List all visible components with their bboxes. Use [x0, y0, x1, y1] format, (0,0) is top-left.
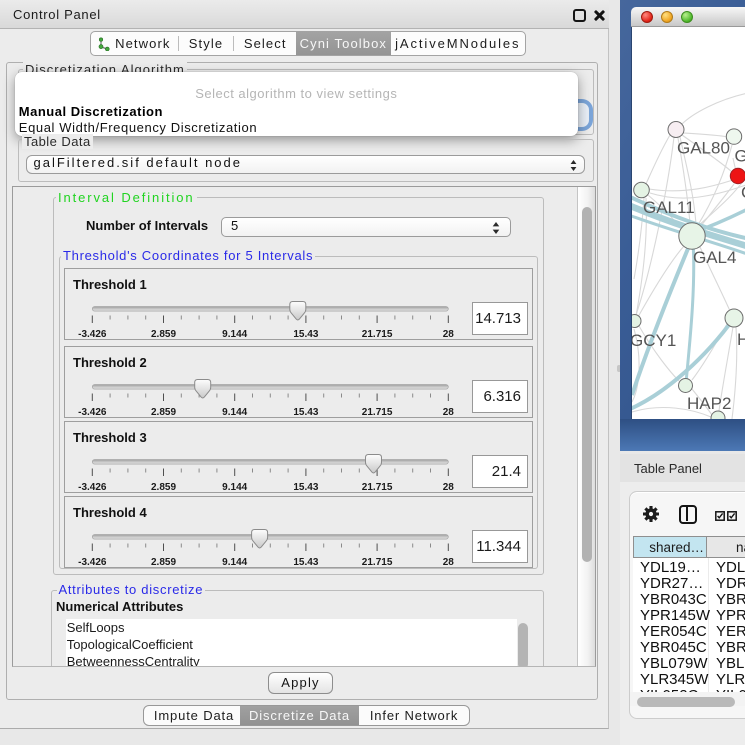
svg-text:21.715: 21.715: [362, 329, 393, 340]
svg-text:2.859: 2.859: [151, 482, 176, 493]
svg-text:28: 28: [443, 329, 455, 340]
svg-text:15.43: 15.43: [293, 482, 318, 493]
svg-text:28: 28: [443, 557, 455, 568]
svg-text:9.144: 9.144: [222, 482, 247, 493]
svg-text:2.859: 2.859: [151, 407, 176, 418]
svg-text:G.: G.: [735, 147, 745, 166]
svg-text:9.144: 9.144: [222, 557, 247, 568]
svg-text:-3.426: -3.426: [78, 482, 107, 493]
svg-text:-3.426: -3.426: [78, 557, 107, 568]
svg-text:9.144: 9.144: [222, 329, 247, 340]
svg-text:21.715: 21.715: [362, 407, 393, 418]
svg-text:15.43: 15.43: [293, 407, 318, 418]
svg-text:15.43: 15.43: [293, 557, 318, 568]
svg-text:H: H: [737, 330, 745, 349]
svg-text:21.715: 21.715: [362, 557, 393, 568]
svg-text:2.859: 2.859: [151, 557, 176, 568]
svg-text:HAP2: HAP2: [687, 394, 731, 413]
svg-text:GAL80: GAL80: [677, 139, 730, 158]
svg-text:C: C: [741, 183, 745, 202]
svg-text:GCY1: GCY1: [632, 331, 676, 350]
svg-text:-3.426: -3.426: [78, 329, 107, 340]
svg-text:-3.426: -3.426: [78, 407, 107, 418]
svg-text:9.144: 9.144: [222, 407, 247, 418]
svg-text:28: 28: [443, 407, 455, 418]
svg-text:21.715: 21.715: [362, 482, 393, 493]
svg-text:2.859: 2.859: [151, 329, 176, 340]
svg-text:GAL4: GAL4: [693, 248, 736, 267]
svg-text:28: 28: [443, 482, 455, 493]
svg-text:15.43: 15.43: [293, 329, 318, 340]
svg-text:GAL11: GAL11: [643, 198, 695, 217]
